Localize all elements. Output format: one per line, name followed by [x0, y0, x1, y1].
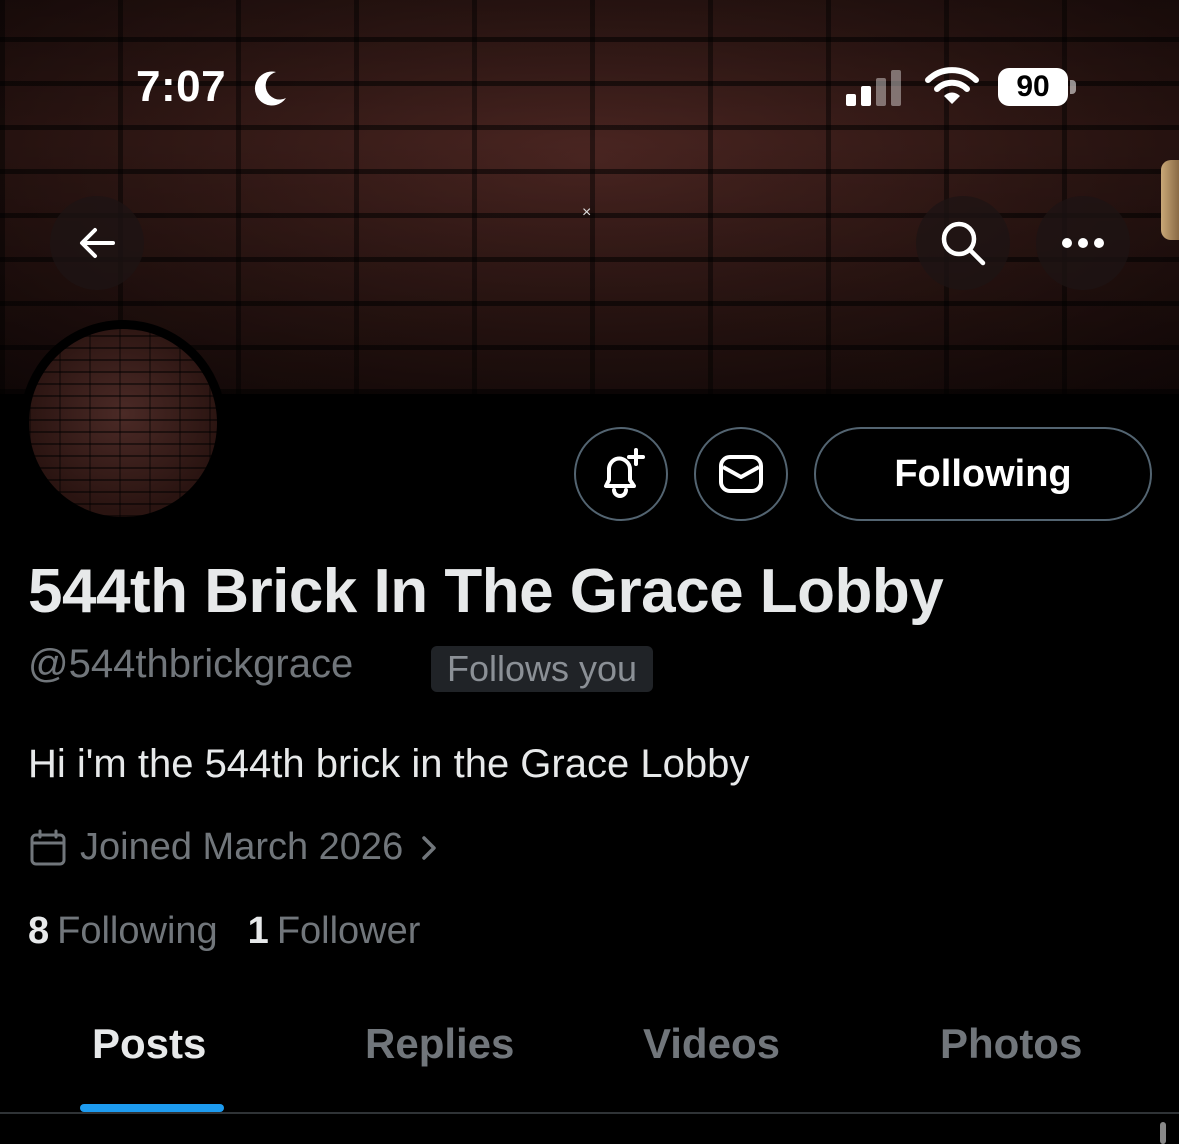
chevron-right-icon — [422, 835, 436, 860]
profile-name: 544th Brick In The Grace Lobby — [28, 557, 944, 626]
banner-wood-detail — [1161, 160, 1179, 240]
message-envelope-icon — [719, 455, 763, 493]
followers-count: 1 — [247, 910, 269, 952]
following-count-link[interactable]: 8 Following — [28, 910, 218, 953]
moon-icon — [254, 71, 286, 106]
search-button[interactable] — [916, 196, 1010, 290]
tab-videos[interactable]: Videos — [643, 1020, 780, 1068]
follows-you-badge: Follows you — [431, 646, 654, 692]
tab-posts[interactable]: Posts — [92, 1020, 206, 1068]
more-options-icon — [1062, 238, 1104, 248]
calendar-icon — [30, 829, 66, 865]
status-time: 7:07 — [136, 62, 227, 111]
tabs-divider — [0, 1112, 1179, 1114]
message-button[interactable] — [694, 427, 788, 521]
more-options-button[interactable] — [1036, 196, 1130, 290]
tab-replies[interactable]: Replies — [365, 1020, 514, 1068]
follow-stats: 8 Following 1 Follower — [28, 910, 450, 953]
search-icon — [941, 221, 986, 266]
notification-bell-add-icon — [604, 448, 645, 498]
joined-date-link[interactable]: Joined March 2026 — [28, 826, 455, 869]
battery-nub — [1070, 80, 1076, 94]
following-count-label: Following — [57, 910, 218, 952]
tab-photos[interactable]: Photos — [940, 1020, 1082, 1068]
wifi-icon — [925, 67, 979, 104]
cellular-signal-icon — [846, 70, 901, 106]
followers-count-label: Follower — [276, 910, 421, 952]
avatar-image — [29, 329, 217, 517]
avatar[interactable] — [20, 320, 226, 526]
back-arrow-icon — [80, 228, 115, 258]
following-count: 8 — [28, 910, 50, 952]
notifications-button[interactable] — [574, 427, 668, 521]
joined-date-text: Joined March 2026 — [80, 826, 404, 868]
profile-bio: Hi i'm the 544th brick in the Grace Lobb… — [28, 742, 750, 786]
profile-handle: @544thbrickgrace — [28, 642, 354, 686]
following-button[interactable]: Following — [814, 427, 1152, 521]
scrollbar[interactable] — [1160, 1122, 1166, 1144]
banner-mark: × — [582, 204, 592, 221]
back-button[interactable] — [50, 196, 144, 290]
battery-icon: 90 — [998, 68, 1068, 106]
followers-count-link[interactable]: 1 Follower — [248, 910, 421, 953]
active-tab-indicator — [80, 1104, 224, 1112]
